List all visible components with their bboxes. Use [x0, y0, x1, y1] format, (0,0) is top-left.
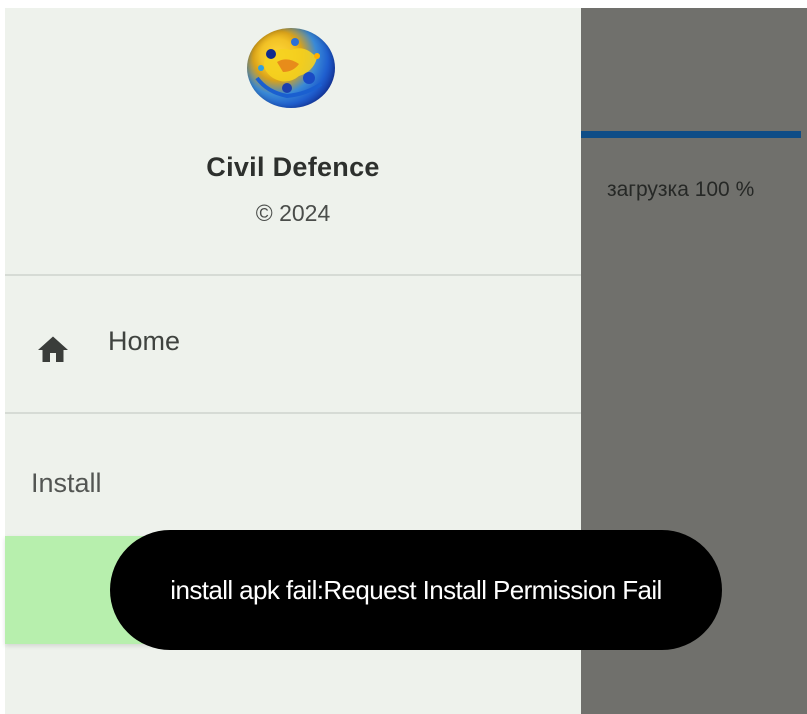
globe-logo-icon: [247, 28, 335, 108]
toast-text: install apk fail:Request Install Permiss…: [170, 575, 662, 605]
install-section-label: Install: [31, 468, 102, 498]
divider: [5, 412, 581, 414]
toast-message: install apk fail:Request Install Permiss…: [110, 530, 722, 650]
drawer-header: Civil Defence © 2024: [5, 8, 581, 274]
download-progress-text: загрузка 100 %: [607, 178, 755, 201]
divider: [5, 274, 581, 276]
drawer-item-home[interactable]: Home: [5, 280, 581, 408]
download-progress-fill: [581, 131, 801, 138]
home-icon: [38, 336, 68, 362]
copyright-text: © 2024: [255, 200, 331, 226]
download-progress-bar: [581, 131, 801, 138]
app-title: Civil Defence: [206, 152, 380, 182]
drawer-item-label: Home: [108, 326, 181, 356]
